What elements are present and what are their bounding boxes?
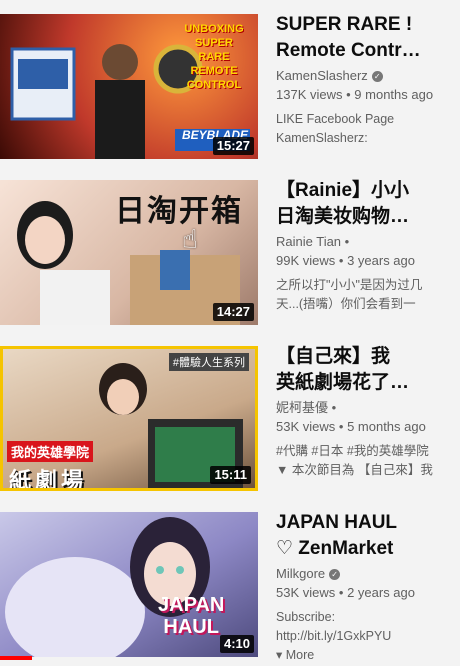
video-item[interactable]: #體驗人生系列 我的英雄學院 紙劇場 15:11 【自己來】我 英紙劇場花了… … [0,332,460,498]
thumbnail-overlay-text: 紙劇場 [9,468,88,491]
video-title[interactable]: 【Rainie】小小 日淘美妆购物… [276,178,456,230]
series-tag: #體驗人生系列 [168,353,249,371]
video-item[interactable]: JAPAN HAUL 4:10 JAPAN HAUL ♡ ZenMarket M… [0,498,460,664]
verified-check-icon: ✓ [329,569,341,581]
video-meta: 137K views • 9 months ago [276,87,434,102]
video-title[interactable]: SUPER RARE ! Remote Contr… [276,12,456,64]
channel-name[interactable]: Rainie Tian • [276,232,456,251]
thumbnail-overlay-text: JAPAN HAUL [158,594,225,638]
thumbnail-overlay-text: UNBOXING SUPER RARE REMOTE CONTROL [184,23,244,91]
video-item[interactable]: 日淘开箱 ☝ 14:27 【Rainie】小小 日淘美妆购物… Rainie T… [0,166,460,332]
thumbnail-overlay-text: 我的英雄學院 [7,441,94,462]
duration-badge: 15:27 [212,137,254,155]
video-description: LIKE Facebook Page KamenSlasherz: [276,112,395,145]
duration-badge: 15:11 [210,466,251,484]
duration-badge: 14:27 [212,303,254,321]
video-meta: 53K views • 2 years ago [276,585,415,600]
more-button[interactable]: ▾ More [276,646,458,665]
video-meta: 53K views • 5 months ago [276,419,426,434]
video-description: #代購 #日本 #我的英雄學院 ▼ 本次節目為 【自己來】我 [276,444,433,477]
channel-name[interactable]: KamenSlasherz ✓ [276,66,456,85]
verified-check-icon: ✓ [371,71,383,83]
video-thumbnail[interactable]: JAPAN HAUL 4:10 [0,512,258,657]
channel-name[interactable]: Milkgore ✓ [276,564,456,583]
video-item[interactable]: UNBOXING SUPER RARE REMOTE CONTROL BEYBL… [0,0,460,166]
video-description: Subscribe: http://bit.ly/1GxkPYU ▾ More [276,608,458,665]
duration-badge: 4:10 [219,635,254,653]
video-title[interactable]: JAPAN HAUL ♡ ZenMarket [276,510,456,562]
video-description: 之所以打"小小"是因为过几 天...(捂嘴）你们会看到一 [276,278,423,311]
video-thumbnail[interactable]: #體驗人生系列 我的英雄學院 紙劇場 15:11 [0,346,258,491]
cursor-hand-icon: ☝ [182,224,198,254]
video-meta: 99K views • 3 years ago [276,253,415,268]
video-title[interactable]: 【自己來】我 英紙劇場花了… [276,344,456,396]
watch-progress-bar [0,656,32,660]
channel-name[interactable]: 妮柯基優 • [276,398,456,417]
video-thumbnail[interactable]: UNBOXING SUPER RARE REMOTE CONTROL BEYBL… [0,14,258,159]
thumbnail-overlay-text: 日淘开箱 [115,195,243,228]
video-thumbnail[interactable]: 日淘开箱 ☝ 14:27 [0,180,258,325]
